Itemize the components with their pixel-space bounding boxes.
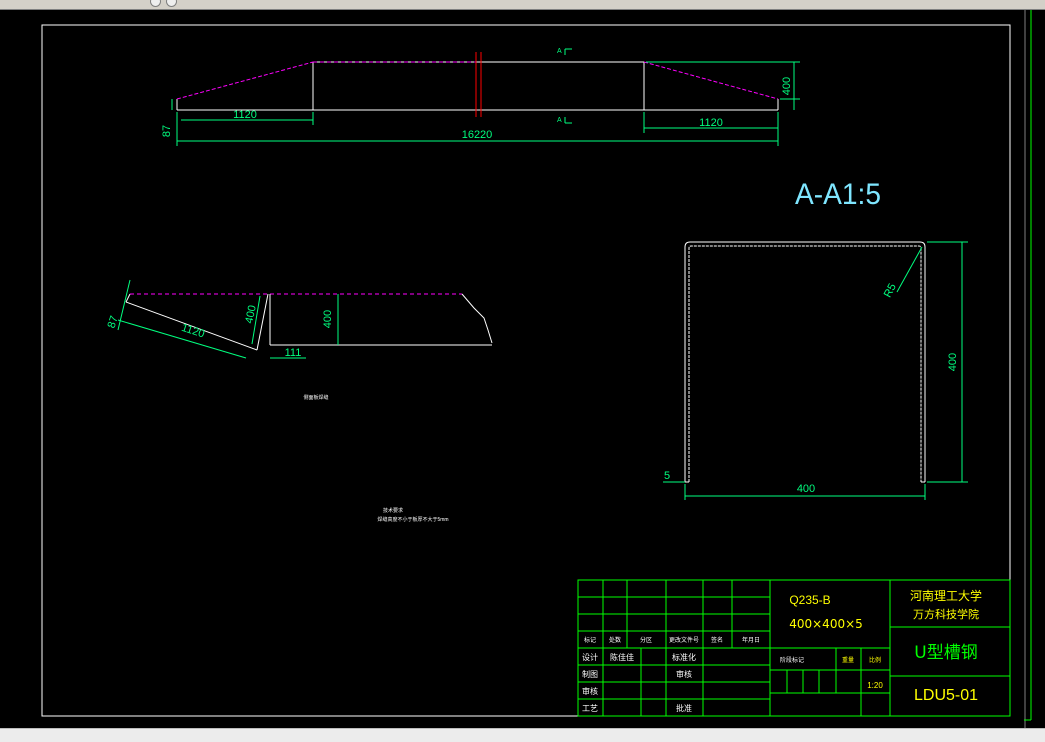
role-draw: 制图 xyxy=(582,669,598,679)
technical-notes: 技术要求 焊缝高度不小于板厚不大于5mm xyxy=(377,507,448,523)
status-bar xyxy=(0,728,1045,742)
school-name: 河南理工大学 xyxy=(910,588,982,603)
dim-end-height: 87 xyxy=(161,125,173,137)
dim-right-slope: 1120 xyxy=(699,117,723,129)
section-dimensions xyxy=(663,241,968,500)
canvas-right-edge xyxy=(1024,10,1045,728)
section-mark-top: A xyxy=(557,48,562,55)
scale-value: 1:20 xyxy=(867,681,883,690)
drawing-canvas[interactable]: 16220 1120 1120 400 87 A A 400 1120 400 … xyxy=(0,10,1045,728)
header-zone: 分区 xyxy=(640,636,652,644)
role-design: 设计 xyxy=(582,652,598,662)
weight-header: 重量 xyxy=(842,656,854,664)
dim-height: 400 xyxy=(781,77,793,95)
designer-name: 陈佳佳 xyxy=(610,652,634,662)
scale-header: 比例 xyxy=(869,656,881,664)
role-review: 审核 xyxy=(676,669,692,679)
section-dim-radius: R5 xyxy=(882,282,899,300)
dim-total-length: 16220 xyxy=(462,129,493,141)
section-dim-width: 400 xyxy=(797,483,815,495)
role-process: 工艺 xyxy=(582,704,598,713)
header-row: 标记 处数 分区 更改文件号 签名 年月日 xyxy=(584,636,760,644)
title-block-text: Q235-B 400×400×5 河南理工大学 万方科技学院 U型槽钢 LDU5… xyxy=(582,588,982,713)
part-name: U型槽钢 xyxy=(914,643,977,663)
detail-dim-texts: 400 1120 400 87 111 xyxy=(106,304,334,359)
header-date: 年月日 xyxy=(742,636,760,644)
stage-label: 阶段标记 xyxy=(780,656,804,664)
detail-dimensions xyxy=(117,279,339,359)
header-signature: 签名 xyxy=(711,636,723,644)
right-edge-lines xyxy=(1024,10,1032,728)
section-dim-texts: 400 400 5 R5 xyxy=(664,282,959,495)
college-name: 万方科技学院 xyxy=(913,607,979,621)
toolbar-refresh-icon[interactable] xyxy=(166,0,177,7)
section-profile xyxy=(684,241,926,483)
detail-dim-slope-height: 400 xyxy=(243,304,259,324)
toolbar-tool-icon[interactable] xyxy=(150,0,161,7)
dim-left-slope: 1120 xyxy=(233,109,257,121)
role-approve: 批准 xyxy=(676,703,692,713)
cad-drawing: 16220 1120 1120 400 87 A A 400 1120 400 … xyxy=(41,24,1011,717)
role-audit: 审核 xyxy=(582,686,598,696)
notes-heading: 技术要求 xyxy=(383,507,403,514)
material: Q235-B xyxy=(789,593,830,607)
spec: 400×400×5 xyxy=(789,617,863,631)
detail-dim-height: 400 xyxy=(322,310,334,328)
drawing-number: LDU5-01 xyxy=(914,687,978,704)
section-title: A-A1:5 xyxy=(795,178,881,211)
section-dim-thickness: 5 xyxy=(664,470,670,482)
window-toolbar-strip xyxy=(0,0,1045,10)
notes-line-1: 焊缝高度不小于板厚不大于5mm xyxy=(377,516,448,523)
detail-view xyxy=(125,293,493,351)
detail-dim-gap: 111 xyxy=(285,347,302,359)
detail-caption: 侧面板焊缝 xyxy=(303,394,328,401)
detail-dim-slope: 1120 xyxy=(180,322,206,341)
header-count: 处数 xyxy=(609,636,621,644)
role-standard: 标准化 xyxy=(672,652,696,662)
drawing-frame xyxy=(41,24,1011,717)
section-dim-height: 400 xyxy=(947,353,959,371)
header-mark: 标记 xyxy=(584,636,596,644)
header-change-doc: 更改文件号 xyxy=(669,636,699,644)
section-mark-bottom: A xyxy=(557,117,562,124)
